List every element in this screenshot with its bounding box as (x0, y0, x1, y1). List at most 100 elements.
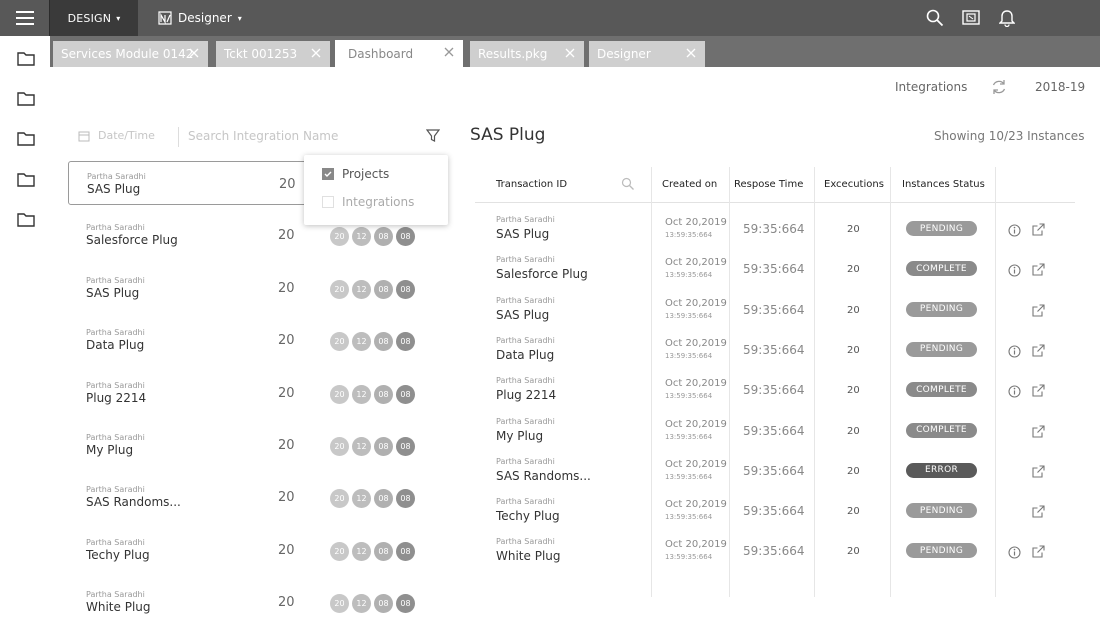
list-item[interactable]: Partha Saradhi Plug 2214 20 20 12 08 08 (68, 371, 448, 415)
folder-icon[interactable] (17, 172, 35, 188)
list-item[interactable]: Partha Saradhi SAS Randoms... 20 20 12 08 08 (68, 475, 448, 519)
tab-designer[interactable]: Designer (589, 41, 705, 67)
count-badge: 08 (374, 541, 393, 561)
external-link-icon[interactable] (1032, 463, 1045, 482)
info-icon[interactable] (1008, 262, 1021, 281)
integrations-link[interactable]: Integrations (895, 77, 967, 97)
folder-icon[interactable] (17, 212, 35, 228)
response-time: 59:35:664 (743, 383, 805, 398)
status-badge: PENDING (906, 543, 977, 559)
top-bar: DESIGN ▾ Designer ▾ (0, 0, 1100, 36)
instance-count: 20 (278, 595, 295, 611)
col-executions[interactable]: Excecutions (824, 179, 884, 190)
folder-icon[interactable] (17, 51, 35, 67)
info-icon[interactable] (1008, 544, 1021, 563)
design-menu-label: DESIGN (67, 11, 112, 25)
external-link-icon[interactable] (1032, 423, 1045, 442)
transaction-name: SAS Randoms... (496, 468, 591, 483)
owner-name: Partha Saradhi (496, 416, 555, 426)
owner-name: Partha Saradhi (87, 172, 146, 181)
table-row[interactable]: Partha Saradhi White Plug Oct 20,2019 13:59… (475, 531, 1075, 571)
checkbox[interactable] (322, 196, 334, 208)
transaction-name: Techy Plug (496, 509, 560, 524)
close-icon[interactable] (188, 47, 200, 59)
list-item[interactable]: Partha Saradhi Techy Plug 20 20 12 08 08 (68, 528, 448, 572)
dropdown-option-projects[interactable]: Projects (322, 167, 389, 181)
filter-funnel-icon[interactable] (425, 129, 441, 146)
info-icon[interactable] (1008, 343, 1021, 362)
count-badges: 20120808 (330, 227, 415, 247)
external-link-icon[interactable] (1032, 221, 1045, 240)
folder-icon[interactable] (17, 131, 35, 147)
dropdown-option-integrations[interactable]: Integrations (322, 195, 414, 209)
bell-icon[interactable] (998, 9, 1016, 27)
info-icon[interactable] (1008, 222, 1021, 241)
showing-instances: Showing 10/23 Instances (934, 129, 1085, 143)
status-badge: COMPLETE (906, 382, 977, 398)
owner-name: Partha Saradhi (86, 380, 145, 390)
external-link-icon[interactable] (1032, 543, 1045, 562)
count-badge: 12 (352, 594, 371, 614)
count-badge: 08 (374, 279, 393, 299)
transaction-name: SAS Plug (496, 307, 550, 322)
tab-services-module[interactable]: Services Module 0142 (53, 41, 208, 67)
close-icon[interactable] (443, 46, 455, 58)
folder-icon[interactable] (17, 91, 35, 107)
date-filter[interactable]: Date/Time (78, 129, 155, 142)
col-created-on[interactable]: Created on (662, 179, 717, 190)
tab-tckt[interactable]: Tckt 001253 (216, 41, 330, 67)
execution-count: 20 (847, 385, 860, 397)
search-icon[interactable] (926, 9, 944, 27)
table-row[interactable]: Partha Saradhi My Plug Oct 20,2019 13:59:35… (475, 411, 1075, 451)
presentation-icon[interactable] (962, 9, 980, 27)
col-instances-status[interactable]: Instances Status (902, 179, 985, 190)
list-item[interactable]: Partha Saradhi My Plug 20 20 12 08 08 (68, 423, 448, 467)
search-input[interactable]: Search Integration Name (188, 129, 338, 143)
refresh-icon[interactable] (990, 77, 1008, 97)
design-menu-button[interactable]: DESIGN ▾ (50, 0, 138, 36)
list-item[interactable]: Partha Saradhi White Plug 20 20 12 08 08 (68, 580, 448, 624)
close-icon[interactable] (685, 47, 697, 59)
close-icon[interactable] (310, 47, 322, 59)
external-link-icon[interactable] (1032, 342, 1045, 361)
col-transaction-id[interactable]: Transaction ID (496, 179, 567, 190)
hamburger-menu-icon[interactable] (0, 0, 50, 36)
col-response-time[interactable]: Respose Time (734, 179, 803, 190)
designer-menu-button[interactable]: Designer ▾ (158, 0, 242, 36)
table-row[interactable]: Partha Saradhi Techy Plug Oct 20,2019 13:59… (475, 491, 1075, 531)
list-item[interactable]: Partha Saradhi Data Plug 20 20 12 08 08 (68, 318, 448, 362)
external-link-icon[interactable] (1032, 503, 1045, 522)
owner-name: Partha Saradhi (496, 537, 555, 547)
table-row[interactable]: Partha Saradhi Data Plug Oct 20,2019 13:59:… (475, 330, 1075, 370)
created-time: 13:59:35:664 (665, 351, 713, 360)
table-header: Transaction ID Created on Respose Time E… (475, 167, 1075, 203)
owner-name: Partha Saradhi (496, 335, 555, 345)
table-row[interactable]: Partha Saradhi Plug 2214 Oct 20,2019 13:59:… (475, 370, 1075, 410)
tab-results[interactable]: Results.pkg (470, 41, 584, 67)
execution-count: 20 (847, 546, 860, 558)
table-row[interactable]: Partha Saradhi SAS Plug Oct 20,2019 13:59:3… (475, 209, 1075, 249)
checkbox-checked[interactable] (322, 168, 334, 180)
date-placeholder: Date/Time (98, 129, 155, 142)
instances-table: Transaction ID Created on Respose Time E… (475, 167, 1075, 597)
table-row[interactable]: Partha Saradhi Salesforce Plug Oct 20,2019… (475, 249, 1075, 289)
close-icon[interactable] (564, 47, 576, 59)
table-row[interactable]: Partha Saradhi SAS Plug Oct 20,2019 13:59:3… (475, 290, 1075, 330)
instance-count: 20 (278, 228, 295, 244)
search-icon[interactable] (621, 177, 635, 194)
count-badge: 08 (374, 227, 393, 247)
table-row[interactable]: Partha Saradhi SAS Randoms... Oct 20,2019 1… (475, 451, 1075, 491)
created-time: 13:59:35:664 (665, 271, 713, 280)
execution-count: 20 (847, 506, 860, 518)
status-badge: ERROR (906, 462, 977, 478)
external-link-icon[interactable] (1032, 302, 1045, 321)
integration-name: My Plug (86, 443, 134, 457)
created-time: 13:59:35:664 (665, 392, 713, 401)
list-item[interactable]: Partha SaradhiSAS Plug2020120808 (68, 266, 448, 310)
external-link-icon[interactable] (1032, 382, 1045, 401)
info-icon[interactable] (1008, 383, 1021, 402)
tab-dashboard[interactable]: Dashboard (335, 40, 463, 67)
external-link-icon[interactable] (1032, 261, 1045, 280)
count-badge: 20 (330, 227, 349, 247)
status-badge: COMPLETE (906, 422, 977, 438)
